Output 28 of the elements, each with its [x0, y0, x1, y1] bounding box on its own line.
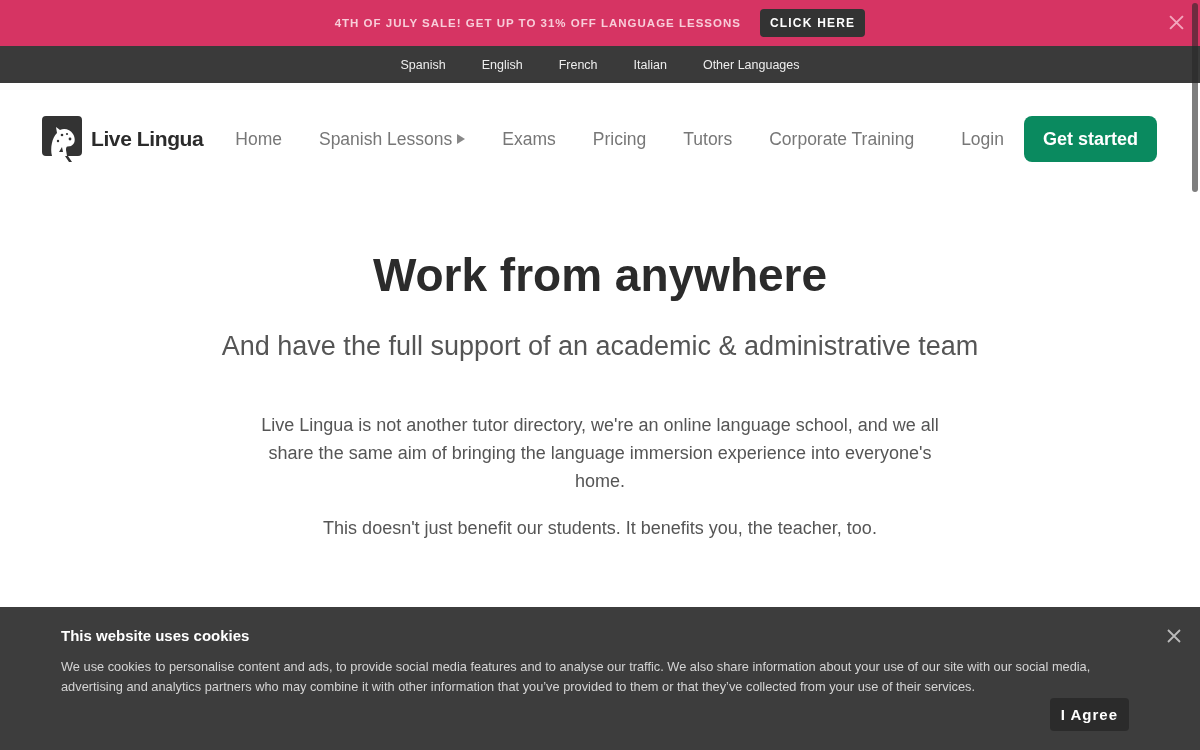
- language-link[interactable]: French: [558, 57, 598, 72]
- cookie-title: This website uses cookies: [61, 627, 250, 645]
- language-link[interactable]: Spanish: [400, 57, 446, 72]
- caret-icon: [457, 134, 466, 144]
- language-link[interactable]: English: [481, 57, 523, 72]
- agree-button[interactable]: I Agree: [1049, 698, 1129, 731]
- hero-paragraph: This doesn't just benefit our students. It benefits you, the teacher, too.: [323, 517, 877, 540]
- logo-icon: [42, 116, 82, 162]
- nav-link[interactable]: Spanish Lessons: [318, 128, 466, 150]
- promo-message: 4TH OF JULY SALE! GET UP TO 31% OFF LANGUAGE LESSONS: [334, 17, 741, 29]
- hero-title: Work from anywhere: [372, 248, 828, 303]
- nav-link[interactable]: Tutors: [683, 128, 733, 150]
- cookie-text: We use cookies to personalise content and ads, to provide social media features and to analyse our traffic. We also share information about your use of our site with our social media, advertising and analytics partners who may combine it with other information that you’ve provided to them or that they’ve collected from your use of their services.: [61, 658, 1092, 696]
- hero-paragraph: Live Lingua is not another tutor directory, we're an online language school, and we all share the same aim of bringing the language immersion experience into everyone's home.: [260, 414, 940, 493]
- close-icon[interactable]: [1167, 629, 1181, 643]
- close-icon[interactable]: [1169, 15, 1184, 30]
- nav-link[interactable]: Exams: [502, 128, 556, 150]
- nav-link[interactable]: Pricing: [592, 128, 647, 150]
- logo-text[interactable]: Live Lingua: [91, 127, 204, 151]
- language-link[interactable]: Italian: [633, 57, 667, 72]
- hero-subtitle: And have the full support of an academic & administrative team: [221, 330, 979, 362]
- language-link[interactable]: Other Languages: [702, 57, 800, 72]
- promo-button[interactable]: CLICK HERE: [759, 9, 866, 37]
- get-started-button[interactable]: Get started: [1023, 116, 1157, 162]
- scrollbar-thumb[interactable]: [1192, 3, 1198, 192]
- nav-link[interactable]: Home: [235, 128, 282, 150]
- nav-link[interactable]: Corporate Training: [769, 128, 915, 150]
- login-link[interactable]: Login: [961, 128, 1004, 150]
